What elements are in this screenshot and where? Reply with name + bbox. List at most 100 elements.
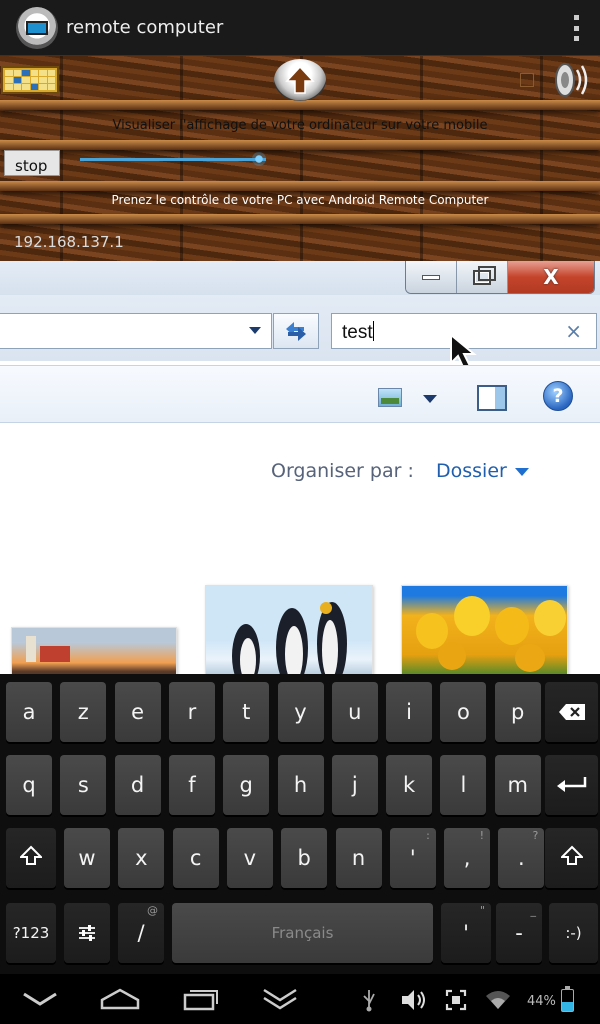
key-hint: _	[530, 904, 537, 917]
remote-screen-view[interactable]: X test × ? Organiser par: Dossier	[0, 261, 600, 674]
recent-apps-icon[interactable]	[183, 989, 219, 1011]
maximize-button[interactable]	[457, 261, 508, 293]
key-t[interactable]: t	[223, 682, 270, 742]
command-toolbar: ?	[0, 365, 600, 423]
key-label: f	[188, 773, 196, 797]
key-e[interactable]: e	[114, 682, 161, 742]
view-dropdown-icon[interactable]	[423, 395, 437, 403]
settings-sliders-icon	[79, 925, 95, 941]
text-caret	[372, 321, 374, 341]
key-hint: @	[147, 904, 158, 917]
screen: remote computer Visualiser l'affichage d…	[0, 0, 600, 1024]
backspace-key[interactable]	[545, 682, 598, 742]
scroll-up-button[interactable]	[274, 59, 326, 101]
key-s[interactable]: s	[60, 755, 107, 815]
key-w[interactable]: w	[64, 828, 110, 888]
usb-icon	[363, 990, 375, 1012]
key-char[interactable]: ,!	[444, 828, 491, 888]
key-label: q	[22, 773, 36, 797]
image-thumbnail-lighthouse[interactable]	[11, 627, 177, 674]
key-label: u	[348, 700, 362, 724]
minimize-icon	[422, 274, 440, 280]
refresh-button[interactable]	[273, 313, 319, 349]
key-r[interactable]: r	[168, 682, 215, 742]
volume-icon	[402, 990, 425, 1010]
hide-keyboard-icon[interactable]	[262, 986, 298, 1012]
key-label: y	[294, 700, 307, 724]
address-dropdown-icon[interactable]	[249, 327, 261, 334]
stop-button[interactable]: stop	[4, 150, 60, 176]
key-char[interactable]: ':	[389, 828, 436, 888]
key-label: n	[351, 846, 366, 870]
arrange-by-dropdown[interactable]: Dossier	[436, 460, 507, 482]
enter-key[interactable]	[545, 755, 598, 815]
key-label: g	[239, 773, 253, 797]
home-icon[interactable]	[100, 988, 140, 1010]
key-q[interactable]: q	[6, 755, 52, 815]
key-z[interactable]: z	[60, 682, 107, 742]
keyboard-settings-key[interactable]	[64, 903, 110, 963]
preview-pane-icon[interactable]	[477, 385, 507, 411]
minimize-button[interactable]	[406, 261, 457, 293]
symbols-key[interactable]: ?123	[6, 903, 56, 963]
back-chevron-down-icon[interactable]	[22, 992, 58, 1006]
overflow-menu-icon[interactable]	[572, 15, 580, 41]
app-logo-icon[interactable]	[16, 6, 58, 49]
space-key[interactable]: Français	[172, 903, 433, 963]
app-title: remote computer	[66, 17, 224, 38]
image-thumbnail-tulips[interactable]	[401, 585, 568, 674]
change-view-icon[interactable]	[378, 388, 402, 407]
keyboard-toggle-icon[interactable]	[1, 66, 59, 94]
key-v[interactable]: v	[226, 828, 273, 888]
key-label: z	[77, 700, 89, 724]
option-checkbox[interactable]	[520, 73, 534, 87]
key-label: a	[22, 700, 36, 724]
wifi-icon	[486, 991, 510, 1009]
shift-key-right[interactable]	[545, 828, 598, 888]
key-label: s	[77, 773, 89, 797]
apostrophe-key[interactable]: ' "	[441, 903, 491, 963]
key-i[interactable]: i	[386, 682, 433, 742]
key-j[interactable]: j	[331, 755, 378, 815]
key-x[interactable]: x	[118, 828, 165, 888]
shift-icon	[559, 845, 584, 865]
key-n[interactable]: n	[335, 828, 382, 888]
help-icon[interactable]: ?	[543, 381, 573, 411]
key-o[interactable]: o	[440, 682, 487, 742]
key-c[interactable]: c	[172, 828, 219, 888]
key-hint: "	[479, 904, 485, 917]
key-h[interactable]: h	[277, 755, 324, 815]
key-y[interactable]: y	[277, 682, 324, 742]
key-u[interactable]: u	[331, 682, 378, 742]
key-label: ,	[463, 846, 471, 870]
shelf-divider	[0, 140, 600, 150]
slash-key[interactable]: / @	[118, 903, 164, 963]
stream-slider-thumb[interactable]	[251, 152, 266, 166]
close-button[interactable]: X	[508, 261, 594, 293]
arrow-up-icon	[285, 65, 315, 94]
speaker-icon[interactable]	[549, 60, 595, 100]
smiley-key[interactable]: :-)	[549, 903, 598, 963]
shift-key-left[interactable]	[6, 828, 56, 888]
refresh-icon	[286, 322, 306, 341]
key-char[interactable]: .?	[498, 828, 545, 888]
image-thumbnail-penguins[interactable]	[205, 585, 373, 674]
key-a[interactable]: a	[6, 682, 52, 742]
key-f[interactable]: f	[168, 755, 215, 815]
key-label: d	[130, 773, 145, 797]
ip-address: 192.168.137.1	[14, 233, 124, 251]
window-title-bar: X	[0, 261, 600, 295]
clear-search-icon[interactable]: ×	[565, 319, 582, 343]
key-label: c	[189, 846, 202, 870]
address-input[interactable]	[0, 313, 272, 349]
dash-key[interactable]: - _	[496, 903, 542, 963]
address-bar: test ×	[0, 295, 600, 361]
key-d[interactable]: d	[114, 755, 161, 815]
chevron-down-icon[interactable]	[515, 468, 529, 476]
key-b[interactable]: b	[281, 828, 328, 888]
key-label: w	[78, 846, 96, 870]
key-p[interactable]: p	[494, 682, 541, 742]
key-g[interactable]: g	[223, 755, 270, 815]
enter-icon	[556, 777, 586, 792]
stream-slider-track[interactable]	[80, 158, 266, 161]
